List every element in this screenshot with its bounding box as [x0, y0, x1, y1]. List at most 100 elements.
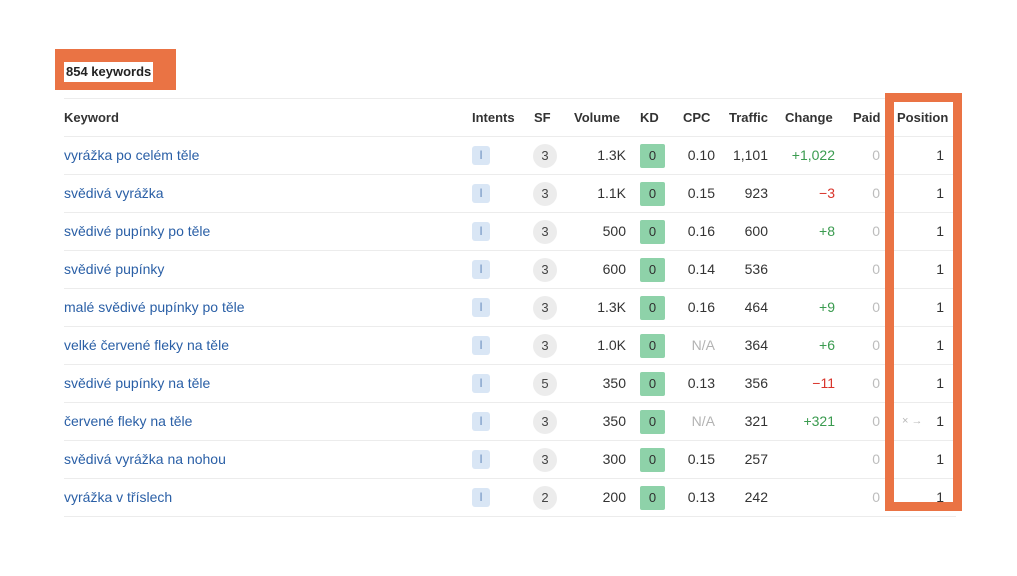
table-row: svědivé pupínky po těle I 3 500 0 0.16 600 +8 0 1	[64, 213, 956, 251]
paid-value: 0	[872, 413, 880, 429]
column-header-sf[interactable]: SF	[534, 99, 551, 136]
volume-value: 500	[602, 223, 626, 239]
position-column-highlight	[885, 93, 962, 511]
serp-features-count[interactable]: 5	[533, 372, 557, 396]
column-header-keyword[interactable]: Keyword	[64, 99, 119, 136]
traffic-value[interactable]: 321	[726, 403, 768, 440]
paid-value: 0	[872, 489, 880, 505]
volume-value: 600	[602, 261, 626, 277]
keyword-link[interactable]: svědivá vyrážka na nohou	[64, 441, 226, 478]
traffic-change-value: +6	[819, 337, 835, 353]
serp-features-count[interactable]: 3	[533, 182, 557, 206]
traffic-value[interactable]: 923	[726, 175, 768, 212]
column-header-cpc[interactable]: CPC	[683, 99, 710, 136]
traffic-change-value: +321	[803, 413, 835, 429]
traffic-value[interactable]: 242	[726, 479, 768, 516]
traffic-change-value: −11	[812, 375, 835, 391]
cpc-value: 0.15	[687, 451, 715, 467]
serp-features-count[interactable]: 3	[533, 258, 557, 282]
table-header: Keyword Intents SF Volume KD CPC Traffic…	[64, 99, 956, 137]
column-header-change[interactable]: Change	[785, 99, 833, 136]
volume-value: 350	[602, 413, 626, 429]
serp-features-count[interactable]: 2	[533, 486, 557, 510]
volume-value: 200	[602, 489, 626, 505]
keyword-link[interactable]: malé svědivé pupínky po těle	[64, 289, 245, 326]
serp-features-count[interactable]: 3	[533, 296, 557, 320]
cpc-value: 0.15	[687, 185, 715, 201]
paid-value: 0	[872, 223, 880, 239]
keyword-link[interactable]: svědivé pupínky po těle	[64, 213, 210, 250]
intent-badge[interactable]: I	[472, 260, 490, 279]
paid-value: 0	[872, 261, 880, 277]
intent-badge[interactable]: I	[472, 374, 490, 393]
table-row: vyrážka po celém těle I 3 1.3K 0 0.10 1,101 +1,…	[64, 137, 956, 175]
keyword-link[interactable]: červené fleky na těle	[64, 403, 192, 440]
table-row: malé svědivé pupínky po těle I 3 1.3K 0 0.16 4…	[64, 289, 956, 327]
volume-value: 1.0K	[597, 337, 626, 353]
kd-badge: 0	[640, 486, 665, 510]
volume-value: 1.1K	[597, 185, 626, 201]
table-row: velké červené fleky na těle I 3 1.0K 0 N/A 364…	[64, 327, 956, 365]
volume-value: 1.3K	[597, 299, 626, 315]
serp-features-count[interactable]: 3	[533, 334, 557, 358]
keyword-link[interactable]: svědivá vyrážka	[64, 175, 164, 212]
keyword-link[interactable]: vyrážka po celém těle	[64, 137, 199, 174]
column-header-traffic[interactable]: Traffic	[729, 99, 768, 136]
traffic-change-value: +9	[819, 299, 835, 315]
traffic-value[interactable]: 536	[726, 251, 768, 288]
intent-badge[interactable]: I	[472, 298, 490, 317]
keyword-link[interactable]: velké červené fleky na těle	[64, 327, 229, 364]
paid-value: 0	[872, 147, 880, 163]
serp-features-count[interactable]: 3	[533, 144, 557, 168]
cpc-value: 0.13	[687, 489, 715, 505]
paid-value: 0	[872, 451, 880, 467]
intent-badge[interactable]: I	[472, 184, 490, 203]
kd-badge: 0	[640, 258, 665, 282]
serp-features-count[interactable]: 3	[533, 410, 557, 434]
kd-badge: 0	[640, 144, 665, 168]
volume-value: 350	[602, 375, 626, 391]
column-header-kd[interactable]: KD	[640, 99, 659, 136]
traffic-value[interactable]: 257	[726, 441, 768, 478]
traffic-value[interactable]: 364	[726, 327, 768, 364]
traffic-value[interactable]: 1,101	[726, 137, 768, 174]
column-header-intents[interactable]: Intents	[472, 99, 515, 136]
traffic-change-value: +8	[819, 223, 835, 239]
traffic-value[interactable]: 464	[726, 289, 768, 326]
paid-value: 0	[872, 299, 880, 315]
cpc-value: 0.13	[687, 375, 715, 391]
intent-badge[interactable]: I	[472, 336, 490, 355]
paid-value: 0	[872, 337, 880, 353]
column-header-volume[interactable]: Volume	[574, 99, 620, 136]
kd-badge: 0	[640, 296, 665, 320]
keyword-link[interactable]: svědivé pupínky na těle	[64, 365, 210, 402]
table-row: svědivá vyrážka I 3 1.1K 0 0.15 923 −3 0 1	[64, 175, 956, 213]
traffic-value[interactable]: 356	[726, 365, 768, 402]
cpc-value: N/A	[691, 413, 715, 429]
cpc-value: 0.16	[687, 223, 715, 239]
kd-badge: 0	[640, 182, 665, 206]
keyword-link[interactable]: vyrážka v tříslech	[64, 479, 172, 516]
column-header-paid[interactable]: Paid	[853, 99, 880, 136]
keyword-link[interactable]: svědivé pupínky	[64, 251, 164, 288]
traffic-change-value: −3	[819, 185, 835, 201]
table-row: svědivé pupínky I 3 600 0 0.14 536 0 1	[64, 251, 956, 289]
kd-badge: 0	[640, 334, 665, 358]
volume-value: 300	[602, 451, 626, 467]
cpc-value: N/A	[691, 337, 715, 353]
traffic-change-value: +1,022	[791, 147, 835, 163]
intent-badge[interactable]: I	[472, 146, 490, 165]
traffic-value[interactable]: 600	[726, 213, 768, 250]
keyword-count: 854 keywords	[64, 62, 154, 82]
traffic-change-value	[780, 479, 835, 516]
serp-features-count[interactable]: 3	[533, 220, 557, 244]
cpc-value: 0.10	[687, 147, 715, 163]
intent-badge[interactable]: I	[472, 412, 490, 431]
intent-badge[interactable]: I	[472, 488, 490, 507]
table-row: svědivé pupínky na těle I 5 350 0 0.13 356 −11 0…	[64, 365, 956, 403]
serp-features-count[interactable]: 3	[533, 448, 557, 472]
table-row: vyrážka v tříslech I 2 200 0 0.13 242 0 1	[64, 479, 956, 517]
intent-badge[interactable]: I	[472, 450, 490, 469]
cpc-value: 0.16	[687, 299, 715, 315]
intent-badge[interactable]: I	[472, 222, 490, 241]
